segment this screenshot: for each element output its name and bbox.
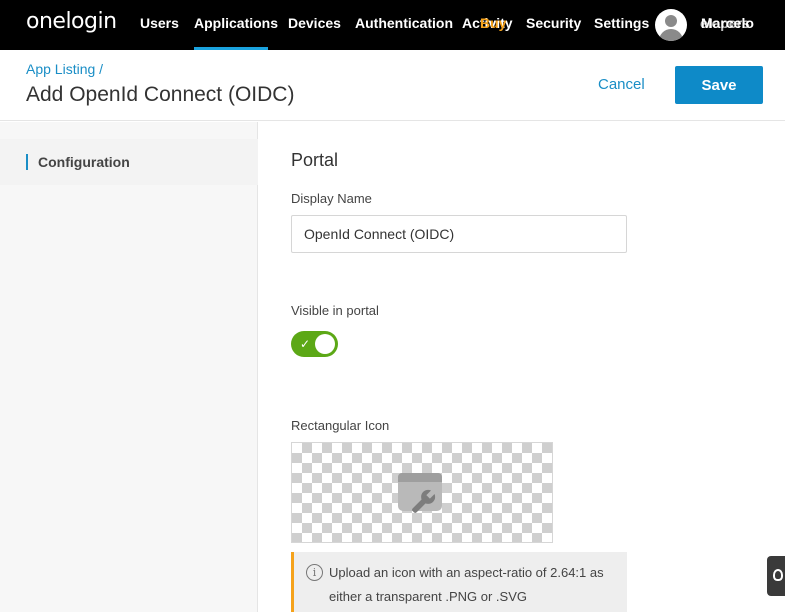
check-icon: ✓ xyxy=(300,337,311,351)
cancel-button[interactable]: Cancel xyxy=(598,76,645,93)
buy-badge[interactable]: Buy xyxy=(480,15,506,31)
top-navigation-bar: onelogin Users Applications Devices Auth… xyxy=(0,0,785,50)
icon-upload-info-note: i Upload an icon with an aspect-ratio of… xyxy=(291,552,627,612)
nav-authentication[interactable]: Authentication xyxy=(355,0,453,50)
avatar-head-shape xyxy=(665,15,677,27)
help-tab[interactable] xyxy=(767,556,785,596)
visible-in-portal-toggle[interactable]: ✓ xyxy=(291,331,338,357)
portal-section-title: Portal xyxy=(291,150,339,170)
rectangular-icon-label: Rectangular Icon xyxy=(291,418,390,433)
page-header: App Listing / Add OpenId Connect (OIDC) … xyxy=(0,50,785,121)
save-button[interactable]: Save xyxy=(675,66,763,104)
info-text: Upload an icon with an aspect-ratio of 2… xyxy=(329,565,604,604)
nav-devices[interactable]: Devices xyxy=(288,0,341,50)
nav-settings[interactable]: Settings xyxy=(594,0,649,50)
display-name-input[interactable] xyxy=(291,215,627,253)
avatar-body-shape xyxy=(659,29,683,41)
rectangular-icon-upload[interactable] xyxy=(291,442,553,543)
help-icon xyxy=(773,569,783,581)
visible-in-portal-label: Visible in portal xyxy=(291,303,379,318)
display-name-label: Display Name xyxy=(291,191,372,206)
onelogin-logo[interactable]: onelogin xyxy=(26,9,117,34)
app-placeholder-wrench-icon xyxy=(398,473,442,513)
nav-security[interactable]: Security xyxy=(526,0,581,50)
account-name: Marcelo xyxy=(701,15,754,31)
user-avatar[interactable] xyxy=(655,9,687,41)
breadcrumb-app-listing[interactable]: App Listing / xyxy=(26,61,103,77)
toggle-knob xyxy=(315,334,335,354)
account-menu[interactable]: elopers Marcelo xyxy=(697,15,754,31)
page-title: Add OpenId Connect (OIDC) xyxy=(26,83,295,106)
nav-applications[interactable]: Applications xyxy=(194,0,278,50)
sidebar: Configuration xyxy=(0,122,258,612)
info-icon: i xyxy=(306,564,323,581)
sidebar-item-label[interactable]: Configuration xyxy=(26,154,130,170)
nav-users[interactable]: Users xyxy=(140,0,179,50)
